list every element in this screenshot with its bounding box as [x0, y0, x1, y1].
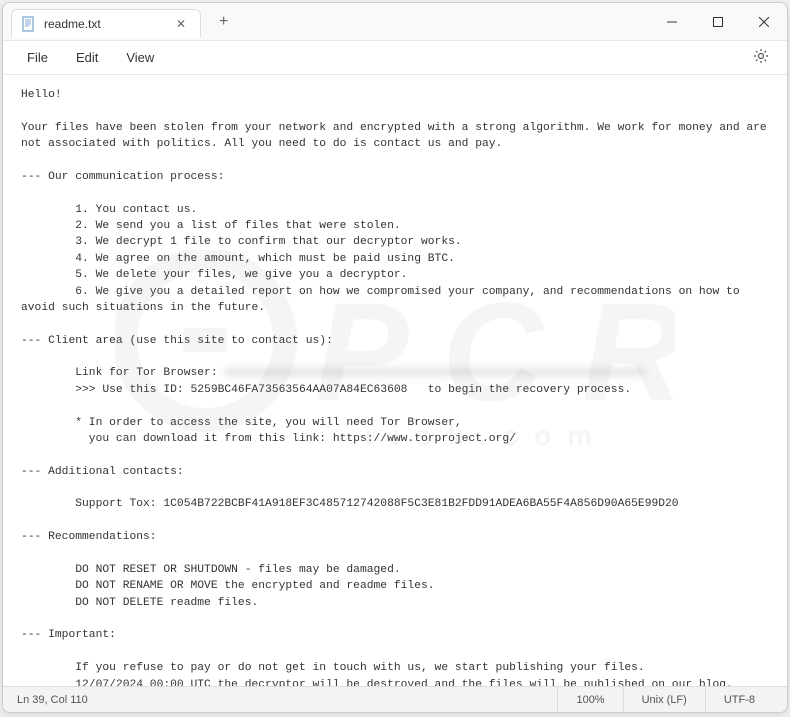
maximize-button[interactable]: [695, 3, 741, 41]
section-header: --- Client area (use this site to contac…: [21, 335, 333, 347]
text-line: 12/07/2024 00:00 UTC the decryptor will …: [75, 679, 733, 687]
tab-readme[interactable]: readme.txt ✕: [11, 9, 201, 38]
minimize-button[interactable]: [649, 3, 695, 41]
text-line: 4. We agree on the amount, which must be…: [75, 253, 455, 265]
text-line: DO NOT DELETE readme files.: [75, 597, 258, 609]
text-line: Link for Tor Browser:: [75, 367, 224, 379]
menu-view[interactable]: View: [112, 46, 168, 69]
text-line: 6. We give you a detailed report on how …: [21, 286, 746, 314]
section-header: --- Additional contacts:: [21, 466, 184, 478]
app-window: readme.txt ✕ + File Edit View Hello! You…: [2, 2, 788, 713]
text-line: If you refuse to pay or do not get in to…: [75, 662, 644, 674]
text-line: 3. We decrypt 1 file to confirm that our…: [75, 236, 461, 248]
statusbar: Ln 39, Col 110 100% Unix (LF) UTF-8: [3, 686, 787, 712]
text-line: Your files have been stolen from your ne…: [21, 122, 774, 150]
gear-icon: [753, 48, 769, 64]
text-line: you can download it from this link: http…: [75, 433, 516, 445]
window-controls: [649, 3, 787, 41]
menu-file[interactable]: File: [13, 46, 62, 69]
text-line: Support Tox: 1C054B722BCBF41A918EF3C4857…: [75, 498, 678, 510]
titlebar: readme.txt ✕ +: [3, 3, 787, 41]
close-button[interactable]: [741, 3, 787, 41]
section-header: --- Our communication process:: [21, 171, 224, 183]
settings-button[interactable]: [745, 44, 777, 71]
status-line-ending[interactable]: Unix (LF): [623, 687, 705, 712]
status-encoding[interactable]: UTF-8: [705, 687, 773, 712]
menubar: File Edit View: [3, 41, 787, 75]
file-icon: [22, 16, 36, 32]
tab-title: readme.txt: [44, 17, 101, 31]
text-editor-area[interactable]: Hello! Your files have been stolen from …: [3, 75, 787, 686]
text-line: 2. We send you a list of files that were…: [75, 220, 400, 232]
text-line: >>> Use this ID: 5259BC46FA73563564AA07A…: [75, 384, 631, 396]
new-tab-button[interactable]: +: [211, 9, 236, 35]
redacted-tor-link: xxxxxxxxxxxxxxxxxxxxxxxxxxxxxxxxxxxxxxxx…: [224, 365, 644, 381]
text-line: Hello!: [21, 89, 62, 101]
text-line: DO NOT RESET OR SHUTDOWN - files may be …: [75, 564, 400, 576]
text-line: * In order to access the site, you will …: [75, 417, 461, 429]
text-line: 1. You contact us.: [75, 204, 197, 216]
status-position[interactable]: Ln 39, Col 110: [17, 694, 557, 706]
section-header: --- Recommendations:: [21, 531, 157, 543]
close-tab-icon[interactable]: ✕: [172, 17, 190, 31]
status-zoom[interactable]: 100%: [557, 687, 622, 712]
text-line: DO NOT RENAME OR MOVE the encrypted and …: [75, 580, 434, 592]
menu-edit[interactable]: Edit: [62, 46, 112, 69]
section-header: --- Important:: [21, 629, 116, 641]
text-line: 5. We delete your files, we give you a d…: [75, 269, 407, 281]
